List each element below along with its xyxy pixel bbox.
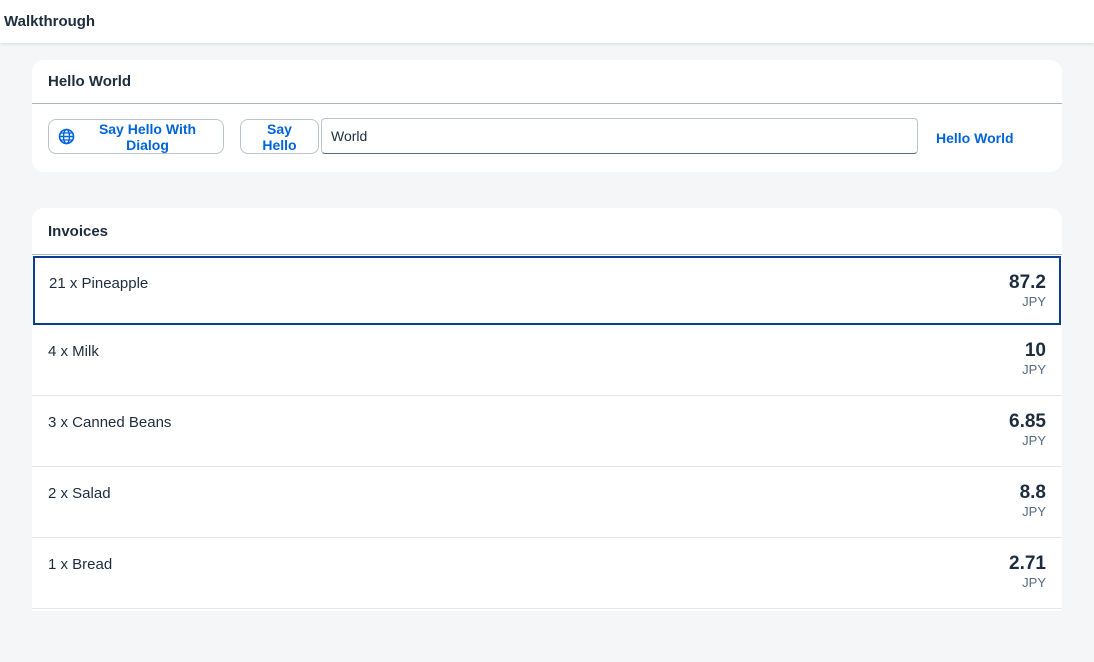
invoice-amount: 6.85 JPY <box>1009 411 1046 448</box>
invoice-currency: JPY <box>1022 362 1046 377</box>
invoice-amount: 8.8 JPY <box>1020 482 1046 519</box>
invoice-currency: JPY <box>1022 504 1046 519</box>
invoice-amount: 10 JPY <box>1022 340 1046 377</box>
invoices-title: Invoices <box>32 208 1062 255</box>
say-hello-dialog-label: Say Hello With Dialog <box>98 120 197 153</box>
invoice-title: 4 x Milk <box>48 343 99 360</box>
hello-world-link[interactable]: Hello World <box>936 130 1014 146</box>
invoice-row[interactable]: 21 x Pineapple 87.2 JPY <box>33 256 1061 325</box>
invoice-row[interactable]: 3 x Canned Beans 6.85 JPY <box>32 396 1062 467</box>
invoice-amount: 2.71 JPY <box>1009 553 1046 590</box>
invoices-panel: Invoices 21 x Pineapple 87.2 JPY 4 x Mil… <box>32 208 1062 611</box>
invoice-value: 10 <box>1024 340 1046 361</box>
shell-bar: Walkthrough <box>0 0 1094 43</box>
invoice-row[interactable]: 4 x Milk 10 JPY <box>32 325 1062 396</box>
say-hello-label: Say Hello <box>262 120 297 153</box>
invoice-title: 2 x Salad <box>48 485 111 502</box>
invoice-value: 87.2 <box>1009 272 1046 293</box>
invoice-currency: JPY <box>1022 294 1046 309</box>
invoice-title: 1 x Bread <box>48 556 113 573</box>
globe-icon <box>58 128 75 145</box>
hello-panel-title: Hello World <box>32 60 1062 104</box>
invoice-value: 6.85 <box>1009 411 1046 432</box>
hello-toolbar: Say Hello With Dialog Say Hello Hello Wo… <box>48 118 1046 154</box>
say-hello-dialog-button[interactable]: Say Hello With Dialog <box>48 119 224 154</box>
invoice-amount: 87.2 JPY <box>1009 272 1046 309</box>
invoice-title: 3 x Canned Beans <box>48 414 172 431</box>
name-input[interactable] <box>322 119 917 153</box>
hello-panel: Hello World Say Hello With Dialog Say He… <box>32 60 1062 172</box>
invoice-row[interactable]: 1 x Bread 2.71 JPY <box>32 538 1062 609</box>
app-title: Walkthrough <box>4 13 96 30</box>
invoice-currency: JPY <box>1022 575 1046 590</box>
invoice-title: 21 x Pineapple <box>49 275 149 292</box>
name-input-wrapper <box>321 118 918 154</box>
invoice-list: 21 x Pineapple 87.2 JPY 4 x Milk 10 JPY … <box>32 256 1062 609</box>
invoice-row[interactable]: 2 x Salad 8.8 JPY <box>32 467 1062 538</box>
say-hello-button[interactable]: Say Hello <box>240 119 319 154</box>
invoice-value: 2.71 <box>1009 553 1046 574</box>
invoice-value: 8.8 <box>1019 482 1046 503</box>
invoice-currency: JPY <box>1022 433 1046 448</box>
